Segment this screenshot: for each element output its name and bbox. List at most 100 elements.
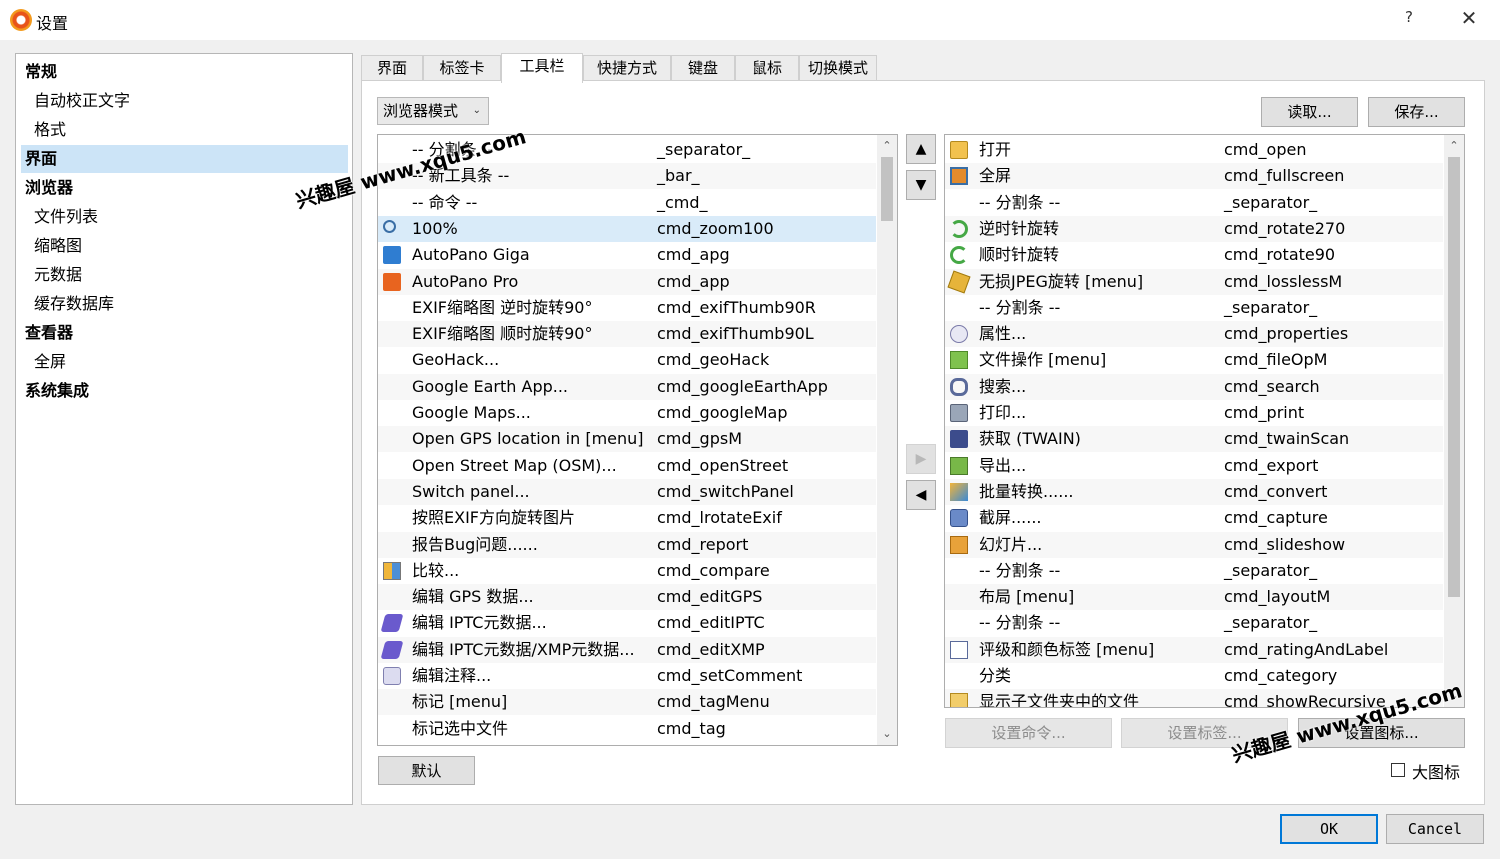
list-item[interactable]: 批量转换...... cmd_convert	[945, 478, 1443, 505]
add-command-button[interactable]: ▶	[906, 444, 936, 474]
command-name: 打印...	[979, 403, 1027, 422]
list-item[interactable]: 导出... cmd_export	[945, 453, 1443, 479]
tab-item[interactable]: 标签卡	[423, 55, 501, 81]
list-item[interactable]: -- 命令 -- _cmd_	[378, 190, 876, 216]
tab-item[interactable]: 鼠标	[735, 55, 799, 81]
list-item[interactable]: 无损JPEG旋转 [menu] cmd_losslessM	[945, 268, 1443, 295]
reset-default-button[interactable]: 默认	[378, 756, 475, 785]
list-item[interactable]: EXIF缩略图 顺时旋转90° cmd_exifThumb90L	[378, 321, 876, 348]
list-item[interactable]: 标记选中文件 cmd_tag	[378, 716, 876, 742]
tab-item[interactable]: 切换模式	[799, 55, 877, 81]
save-button[interactable]: 保存...	[1368, 97, 1465, 127]
nav-item[interactable]: 自动校正文字	[16, 87, 352, 115]
list-item[interactable]: 编辑 GPS 数据... cmd_editGPS	[378, 584, 876, 611]
list-item[interactable]: 报告Bug问题...... cmd_report	[378, 531, 876, 558]
list-item[interactable]: -- 分割条 -- _separator_	[945, 558, 1443, 584]
list-item[interactable]: -- 分割条 -- _separator_	[945, 295, 1443, 321]
cancel-button[interactable]: Cancel	[1386, 814, 1484, 844]
available-list-scrollbar[interactable]: ⌃ ⌄	[877, 135, 897, 745]
scroll-thumb[interactable]	[881, 157, 893, 221]
comment-icon	[383, 667, 401, 685]
list-item[interactable]: 获取 (TWAIN) cmd_twainScan	[945, 426, 1443, 453]
list-item[interactable]: 编辑 IPTC元数据/XMP元数据... cmd_editXMP	[378, 636, 876, 663]
list-item[interactable]: 打印... cmd_print	[945, 400, 1443, 426]
list-item[interactable]: 截屏...... cmd_capture	[945, 505, 1443, 531]
nav-item[interactable]: 系统集成	[16, 377, 352, 405]
list-item[interactable]: 文件操作 [menu] cmd_fileOpM	[945, 347, 1443, 373]
list-item[interactable]: 评级和颜色标签 [menu] cmd_ratingAndLabel	[945, 636, 1443, 663]
list-item[interactable]: 分类 cmd_category	[945, 663, 1443, 689]
scroll-thumb[interactable]	[1448, 157, 1460, 597]
tab-item[interactable]: 工具栏	[501, 53, 583, 83]
command-name: 导出...	[979, 455, 1027, 475]
nav-item[interactable]: 缓存数据库	[16, 290, 352, 318]
command-name: 截屏......	[979, 508, 1042, 528]
list-item[interactable]: 编辑注释... cmd_setComment	[378, 663, 876, 689]
list-item[interactable]: 属性... cmd_properties	[945, 321, 1443, 348]
command-name: 标记选中文件	[412, 718, 509, 738]
list-item[interactable]: 编辑 IPTC元数据... cmd_editIPTC	[378, 610, 876, 636]
available-commands-list[interactable]: 标记选中文件 cmd_tag 标记 [menu] cmd_tagMenu 编辑注释...…	[377, 134, 898, 746]
nav-item[interactable]: 常规	[16, 58, 352, 86]
command-id: _separator_	[1224, 192, 1318, 212]
command-name: -- 分割条 --	[979, 560, 1061, 580]
toolbar-list-scrollbar[interactable]: ⌃ ⌄	[1444, 135, 1464, 707]
scroll-up-icon[interactable]: ⌃	[877, 137, 897, 155]
nav-item[interactable]: 格式	[16, 116, 352, 144]
list-item[interactable]: Open Street Map (OSM)... cmd_openStreet	[378, 453, 876, 479]
list-item[interactable]: EXIF缩略图 逆时旋转90° cmd_exifThumb90R	[378, 295, 876, 321]
list-item[interactable]: 顺时针旋转 cmd_rotate90	[945, 242, 1443, 268]
remove-command-button[interactable]: ◀	[906, 480, 936, 510]
scroll-down-icon[interactable]: ⌄	[877, 725, 897, 743]
move-down-button[interactable]: ▼	[906, 170, 936, 200]
tab-item[interactable]: 键盘	[671, 55, 735, 81]
move-up-button[interactable]: ▲	[906, 134, 936, 164]
list-item[interactable]: AutoPano Giga cmd_apg	[378, 242, 876, 268]
command-name: Google Earth App...	[412, 376, 569, 396]
tab-item[interactable]: 快捷方式	[583, 55, 671, 81]
list-item[interactable]: 比较... cmd_compare	[378, 558, 876, 584]
nav-item[interactable]: 全屏	[16, 348, 352, 376]
set-command-button[interactable]: 设置命令...	[945, 718, 1112, 748]
nav-item[interactable]: 元数据	[16, 261, 352, 289]
list-item[interactable]: Google Earth App... cmd_googleEarthApp	[378, 373, 876, 400]
help-button[interactable]: ?	[1398, 8, 1420, 32]
nav-item[interactable]: 缩略图	[16, 232, 352, 260]
list-item[interactable]: Google Maps... cmd_googleMap	[378, 400, 876, 426]
list-item[interactable]: 打开 cmd_open	[945, 137, 1443, 163]
subfolder-icon	[950, 693, 968, 707]
list-item[interactable]: -- 分割条 -- _separator_	[945, 190, 1443, 216]
command-id: cmd_ratingAndLabel	[1224, 639, 1389, 659]
command-id: cmd_editIPTC	[657, 613, 765, 633]
large-icons-checkbox[interactable]	[1391, 763, 1405, 777]
mode-select[interactable]: 浏览器模式 ⌄	[377, 97, 489, 125]
properties-icon	[950, 325, 968, 344]
nav-item[interactable]: 界面	[21, 145, 348, 173]
command-name: 全屏	[979, 166, 1012, 186]
toolbar-commands-list[interactable]: 显示子文件夹中的文件 cmd_showRecursive 分类 cmd_categor…	[944, 134, 1465, 708]
list-item[interactable]: GeoHack... cmd_geoHack	[378, 347, 876, 373]
list-item[interactable]: 幻灯片... cmd_slideshow	[945, 531, 1443, 558]
list-item[interactable]: Open GPS location in [menu] cmd_gpsM	[378, 426, 876, 453]
command-id: _separator_	[1224, 297, 1318, 317]
list-item[interactable]: Switch panel... cmd_switchPanel	[378, 478, 876, 505]
ok-button[interactable]: OK	[1280, 814, 1378, 844]
list-item[interactable]: 标记 [menu] cmd_tagMenu	[378, 689, 876, 716]
tab-item[interactable]: 界面	[361, 55, 423, 81]
list-item[interactable]: 100% cmd_zoom100	[378, 215, 876, 242]
list-item[interactable]: -- 分割条 -- _separator_	[945, 610, 1443, 636]
load-button[interactable]: 读取...	[1261, 97, 1358, 127]
list-item[interactable]: AutoPano Pro cmd_app	[378, 268, 876, 295]
list-item[interactable]: 搜索... cmd_search	[945, 373, 1443, 400]
slideshow-icon	[950, 535, 968, 554]
command-id: cmd_editXMP	[657, 639, 765, 659]
list-item[interactable]: 按照EXIF方向旋转图片 cmd_lrotateExif	[378, 505, 876, 531]
list-item[interactable]: 全屏 cmd_fullscreen	[945, 163, 1443, 190]
scroll-up-icon[interactable]: ⌃	[1444, 137, 1464, 155]
command-id: cmd_rotate270	[1224, 218, 1346, 238]
nav-item[interactable]: 查看器	[16, 319, 352, 347]
close-button[interactable]: ✕	[1456, 6, 1482, 34]
list-item[interactable]: 布局 [menu] cmd_layoutM	[945, 584, 1443, 611]
rotate-cw-icon	[950, 246, 968, 265]
list-item[interactable]: 逆时针旋转 cmd_rotate270	[945, 215, 1443, 242]
